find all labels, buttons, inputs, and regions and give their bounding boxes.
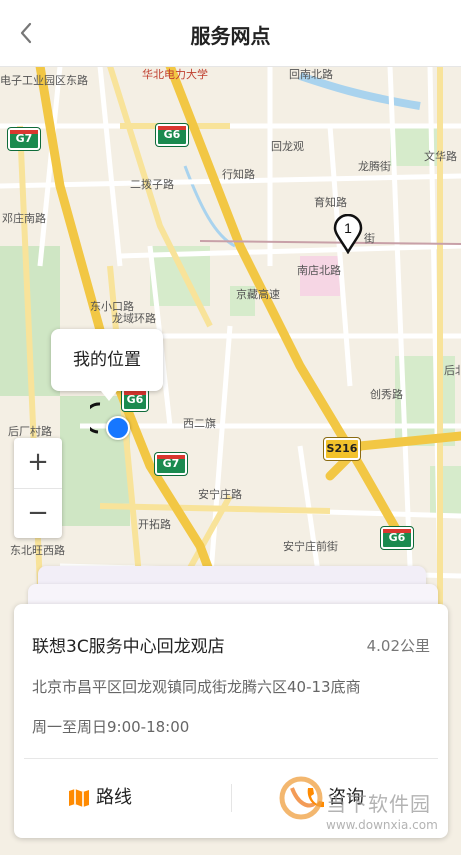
- map-label: 后北路: [444, 364, 461, 377]
- watermark-text: 当下软件园: [326, 792, 431, 816]
- watermark: 当下软件园 www.downxia.com: [278, 770, 458, 840]
- map-label: 二拨子路: [130, 178, 174, 191]
- marker-number: 1: [344, 220, 352, 236]
- map-icon: [69, 789, 89, 807]
- map-label: 回龙观: [271, 140, 304, 153]
- map-label: 西二旗: [183, 417, 216, 430]
- map-label: 东北旺西路: [10, 544, 65, 557]
- page-title: 服务网点: [190, 24, 271, 48]
- store-address: 北京市昌平区回龙观镇同成街龙腾六区40-13底商: [32, 678, 361, 696]
- zoom-controls: + −: [14, 438, 62, 538]
- navbar: 服务网点: [0, 0, 461, 67]
- map-label: 行知路: [222, 168, 255, 181]
- map-label: 安宁庄路: [198, 488, 242, 501]
- map-label: 文华路: [424, 150, 457, 163]
- route-button[interactable]: 路线: [69, 778, 132, 818]
- highway-shield: G6: [381, 527, 413, 549]
- map-label: 创秀路: [370, 388, 403, 401]
- highway-shield: S216: [324, 438, 360, 460]
- card-divider: [24, 758, 438, 759]
- map-label: 华北电力大学: [142, 68, 208, 81]
- map-label: 回南北路: [289, 68, 333, 81]
- map-label: 南店北路: [297, 264, 341, 277]
- highway-shield: G6: [122, 389, 148, 411]
- store-hours: 周一至周日9:00-18:00: [32, 718, 190, 736]
- route-label: 路线: [96, 787, 132, 808]
- store-distance: 4.02公里: [366, 637, 430, 655]
- map-label: 东小口路: [90, 300, 134, 313]
- highway-shield: G6: [156, 124, 188, 146]
- map-label: 安宁庄前街: [283, 540, 338, 553]
- map-label: 后厂村路: [8, 425, 52, 438]
- map-label: 京藏高速: [236, 288, 280, 301]
- my-location-callout: 我的位置: [51, 329, 163, 401]
- map-label: 龙腾街: [358, 160, 391, 173]
- watermark-url: www.downxia.com: [326, 818, 438, 832]
- store-marker-pin[interactable]: 1: [333, 213, 363, 255]
- highway-shield: G7: [155, 453, 187, 475]
- map-label: 电子工业园区东路: [0, 74, 88, 87]
- zoom-out-button[interactable]: −: [14, 489, 62, 539]
- highway-shield: G7: [8, 128, 40, 150]
- map-label: 邓庄南路: [2, 212, 46, 225]
- location-arc-icon: [90, 402, 101, 434]
- watermark-logo-icon: [279, 776, 323, 820]
- map-label: 街: [364, 232, 375, 245]
- map-label: 开拓路: [138, 518, 171, 531]
- park-area: [430, 466, 461, 516]
- zoom-in-button[interactable]: +: [14, 438, 62, 489]
- store-name: 联想3C服务中心回龙观店: [32, 637, 225, 657]
- map-label: 育知路: [314, 196, 347, 209]
- action-separator: [231, 784, 232, 812]
